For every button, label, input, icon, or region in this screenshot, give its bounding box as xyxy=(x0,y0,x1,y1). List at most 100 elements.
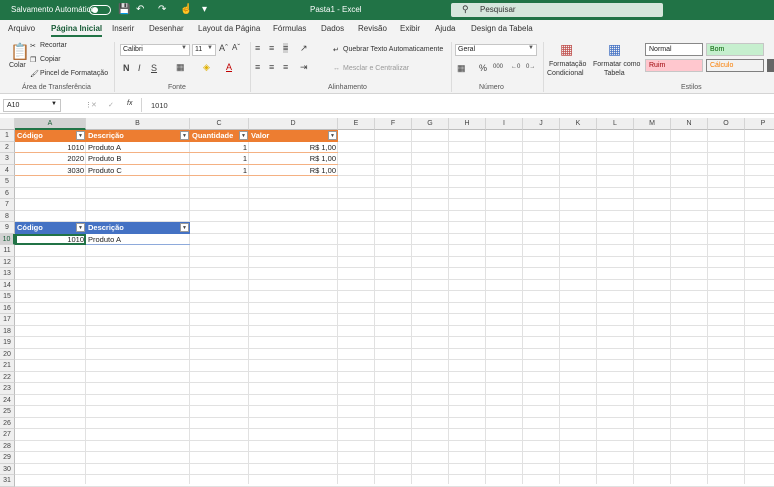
table1-data-cell[interactable]: Produto A xyxy=(86,142,190,153)
insert-function-button[interactable]: fx xyxy=(127,100,132,107)
conditional-formatting-label-2[interactable]: Condicional xyxy=(547,70,584,77)
font-name-select[interactable]: Calibri ▼ xyxy=(120,44,190,56)
paste-icon[interactable]: 📋 xyxy=(10,42,30,62)
table2-header-cell[interactable]: Descrição ▼ xyxy=(86,222,190,234)
column-header[interactable]: N xyxy=(671,118,708,130)
style-good[interactable]: Bom xyxy=(706,43,764,56)
table1-data-cell[interactable]: Produto C xyxy=(86,165,190,176)
underline-button[interactable]: S xyxy=(151,63,157,73)
align-middle-icon[interactable]: ≡ xyxy=(269,43,274,53)
wrap-text-button[interactable]: Quebrar Texto Automaticamente xyxy=(343,46,443,53)
styles-more-button[interactable] xyxy=(767,59,774,72)
number-format-select[interactable]: Geral ▼ xyxy=(455,44,537,56)
orientation-icon[interactable]: ↗ xyxy=(300,43,308,54)
name-box[interactable]: A10 ▼ xyxy=(3,99,61,112)
row-header[interactable]: 14 xyxy=(0,279,15,291)
cut-icon[interactable]: ✂ xyxy=(30,42,36,50)
font-size-select[interactable]: 11 ▼ xyxy=(192,44,216,56)
table2-header-cell[interactable]: Código ▼ xyxy=(15,222,86,234)
merge-icon[interactable]: ↔ xyxy=(333,65,340,72)
tab-formulas[interactable]: Fórmulas xyxy=(273,24,306,33)
tab-ajuda[interactable]: Ajuda xyxy=(435,24,455,33)
row-header[interactable]: 19 xyxy=(0,337,15,349)
format-as-table-icon[interactable]: ▦ xyxy=(608,41,621,58)
percent-button[interactable]: % xyxy=(479,63,487,73)
align-bottom-icon[interactable]: ≡ xyxy=(283,43,289,53)
row-header[interactable]: 23 xyxy=(0,383,15,395)
table1-data-cell[interactable]: 3030 xyxy=(15,165,86,176)
format-painter-button[interactable]: Pincel de Formatação xyxy=(40,70,108,77)
table2-data-cell[interactable]: Produto A xyxy=(86,234,190,245)
column-header[interactable]: K xyxy=(560,118,597,130)
merge-center-button[interactable]: Mesclar e Centralizar xyxy=(343,65,409,72)
row-header[interactable]: 29 xyxy=(0,452,15,464)
format-as-table-label-1[interactable]: Formatar como xyxy=(593,61,640,68)
grow-font-icon[interactable]: Aˆ xyxy=(219,43,228,53)
row-header[interactable]: 7 xyxy=(0,199,15,211)
column-header[interactable]: H xyxy=(449,118,486,130)
style-bad[interactable]: Ruim xyxy=(645,59,703,72)
row-header[interactable]: 10 xyxy=(0,233,15,245)
indent-icon[interactable]: ⇥ xyxy=(300,62,308,73)
row-header[interactable]: 8 xyxy=(0,210,15,222)
column-header[interactable]: I xyxy=(486,118,523,130)
enter-icon[interactable]: ✓ xyxy=(108,101,114,109)
row-header[interactable]: 9 xyxy=(0,222,15,234)
row-header[interactable]: 18 xyxy=(0,325,15,337)
cancel-icon[interactable]: ✕ xyxy=(91,101,97,109)
wrap-text-icon[interactable]: ↵ xyxy=(333,46,339,54)
column-header[interactable]: L xyxy=(597,118,634,130)
filter-dropdown-icon[interactable]: ▼ xyxy=(328,131,337,140)
tab-arquivo[interactable]: Arquivo xyxy=(8,24,35,33)
copy-icon[interactable]: ❐ xyxy=(30,56,36,64)
row-header[interactable]: 26 xyxy=(0,417,15,429)
currency-icon[interactable]: ▦ xyxy=(457,63,466,74)
cut-button[interactable]: Recortar xyxy=(40,42,67,49)
italic-button[interactable]: I xyxy=(138,63,141,73)
borders-icon[interactable]: ▦ xyxy=(176,62,185,73)
row-header[interactable]: 28 xyxy=(0,440,15,452)
save-icon[interactable]: 💾 xyxy=(118,3,130,17)
column-header[interactable]: M xyxy=(634,118,671,130)
undo-icon[interactable]: ↶ xyxy=(136,3,144,17)
fill-color-icon[interactable]: ◈ xyxy=(203,62,210,73)
active-cell[interactable]: 1010 xyxy=(15,233,86,245)
row-header[interactable]: 30 xyxy=(0,463,15,475)
tab-inserir[interactable]: Inserir xyxy=(112,24,134,33)
row-header[interactable]: 21 xyxy=(0,360,15,372)
decrease-decimal-icon[interactable]: 0→ xyxy=(526,64,535,70)
conditional-formatting-label-1[interactable]: Formatação xyxy=(549,61,586,68)
tab-desenhar[interactable]: Desenhar xyxy=(149,24,184,33)
column-header[interactable]: C xyxy=(190,118,249,130)
column-header[interactable]: A xyxy=(15,118,86,130)
row-header[interactable]: 6 xyxy=(0,187,15,199)
thousands-icon[interactable]: 000 xyxy=(493,64,503,70)
style-calculation[interactable]: Cálculo xyxy=(706,59,764,72)
copy-button[interactable]: Copiar xyxy=(40,56,61,63)
filter-dropdown-icon[interactable]: ▼ xyxy=(239,131,248,140)
customize-toolbar-icon[interactable]: ▾ xyxy=(202,3,207,17)
table1-header-cell[interactable]: Código ▼ xyxy=(15,130,86,142)
table1-data-cell[interactable]: 1 xyxy=(190,142,249,153)
table1-data-cell[interactable]: R$ 1,00 xyxy=(249,153,338,165)
row-header[interactable]: 22 xyxy=(0,371,15,383)
table1-header-cell[interactable]: Descrição ▼ xyxy=(86,130,190,142)
tab-design-tabela[interactable]: Design da Tabela xyxy=(471,24,533,33)
tab-layout[interactable]: Layout da Página xyxy=(198,24,260,33)
column-header[interactable]: G xyxy=(412,118,449,130)
align-center-icon[interactable]: ≡ xyxy=(269,62,274,72)
shrink-font-icon[interactable]: Aˇ xyxy=(232,43,240,52)
formula-input[interactable]: 1010 xyxy=(151,101,168,110)
tab-dados[interactable]: Dados xyxy=(321,24,344,33)
row-header[interactable]: 11 xyxy=(0,245,15,257)
filter-dropdown-icon[interactable]: ▼ xyxy=(76,223,85,232)
table1-data-cell[interactable]: Produto B xyxy=(86,153,190,165)
column-header[interactable]: F xyxy=(375,118,412,130)
increase-decimal-icon[interactable]: ←0 xyxy=(511,64,520,70)
row-header[interactable]: 1 xyxy=(0,130,15,142)
format-as-table-label-2[interactable]: Tabela xyxy=(604,70,625,77)
table1-data-cell[interactable]: 2020 xyxy=(15,153,86,165)
filter-dropdown-icon[interactable]: ▼ xyxy=(76,131,85,140)
column-header[interactable]: P xyxy=(745,118,774,130)
filter-dropdown-icon[interactable]: ▼ xyxy=(180,131,189,140)
